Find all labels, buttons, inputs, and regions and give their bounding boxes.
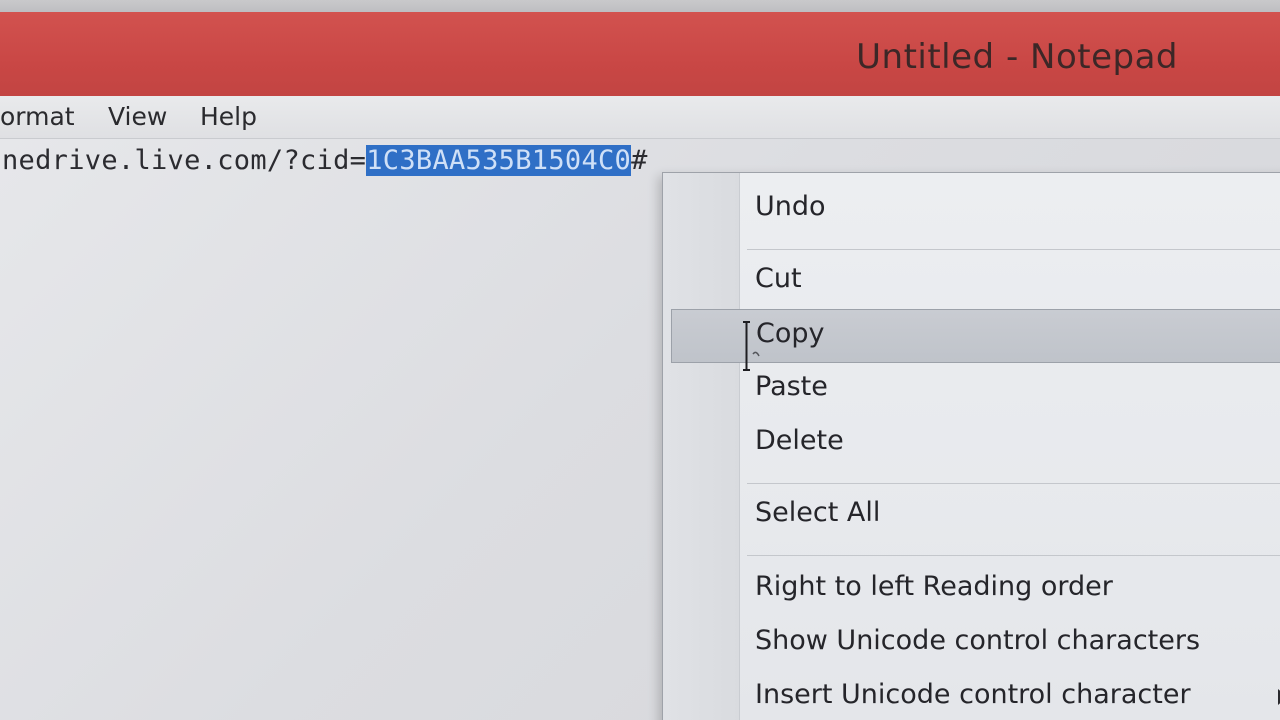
menu-view[interactable]: View xyxy=(108,96,167,138)
menu-item-label: Select All xyxy=(755,497,881,528)
editor-text-line[interactable]: nedrive.live.com/?cid=1C3BAA535B1504C0# xyxy=(2,145,648,176)
text-unselected-after: # xyxy=(631,145,648,176)
menu-item-insert-unicode-control[interactable]: Insert Unicode control character xyxy=(671,671,1280,720)
menu-item-label: Cut xyxy=(755,263,802,294)
menu-separator xyxy=(747,249,1280,250)
text-selection: 1C3BAA535B1504C0 xyxy=(366,145,632,176)
menu-help[interactable]: Help xyxy=(200,96,257,138)
menu-item-paste[interactable]: Paste xyxy=(671,363,1280,415)
menu-item-label: Show Unicode control characters xyxy=(755,625,1201,656)
context-menu: Undo Cut Copy Paste Delete Select All Ri… xyxy=(662,172,1280,720)
menu-item-show-unicode-control[interactable]: Show Unicode control characters xyxy=(671,617,1280,669)
menu-item-copy[interactable]: Copy xyxy=(671,309,1280,363)
text-cursor-icon xyxy=(743,321,760,371)
menu-item-label: Right to left Reading order xyxy=(755,571,1113,602)
text-unselected: nedrive.live.com/?cid= xyxy=(2,145,367,176)
title-bar[interactable]: Untitled - Notepad xyxy=(0,12,1280,99)
menu-item-label: Insert Unicode control character xyxy=(755,679,1191,710)
screen: Untitled - Notepad ormat View Help nedri… xyxy=(0,0,1280,720)
menu-item-select-all[interactable]: Select All xyxy=(671,489,1280,541)
menu-item-label: Paste xyxy=(755,371,828,402)
menu-item-rtl-reading-order[interactable]: Right to left Reading order xyxy=(671,563,1280,615)
menu-item-cut[interactable]: Cut xyxy=(671,255,1280,307)
menu-item-label: Copy xyxy=(756,318,825,349)
menu-bar: ormat View Help xyxy=(0,96,1280,139)
menu-separator xyxy=(747,555,1280,556)
menu-format[interactable]: ormat xyxy=(0,96,75,138)
menu-item-label: Undo xyxy=(755,191,826,222)
menu-item-delete[interactable]: Delete xyxy=(671,417,1280,469)
window-title: Untitled - Notepad xyxy=(856,37,1178,77)
menu-separator xyxy=(747,483,1280,484)
menu-item-undo[interactable]: Undo xyxy=(671,183,1280,235)
menu-item-label: Delete xyxy=(755,425,844,456)
